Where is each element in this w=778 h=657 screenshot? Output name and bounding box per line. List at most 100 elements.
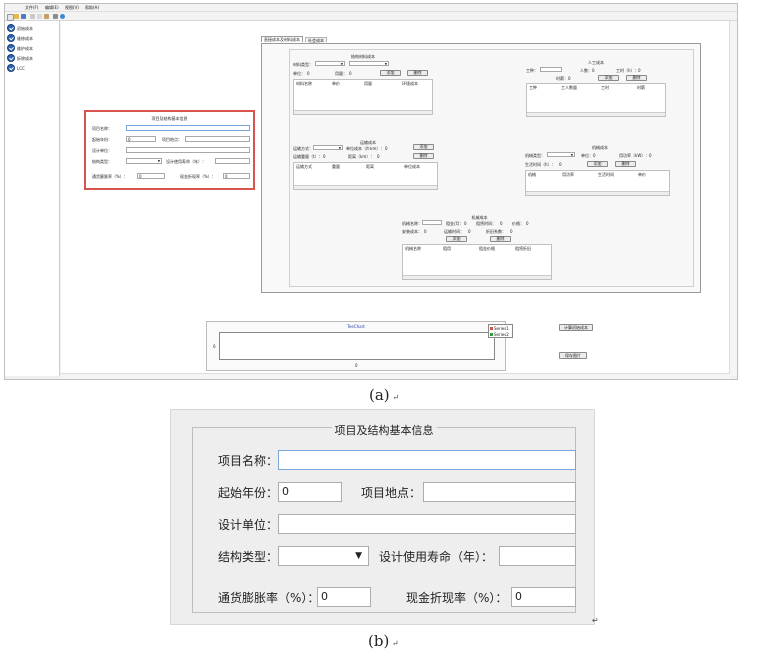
labor-col-count: 工人数量 bbox=[561, 85, 577, 90]
transport-price-label: 单位成本（/t·km）： bbox=[346, 146, 385, 151]
material-type-select[interactable]: ▼ bbox=[315, 61, 345, 66]
menu-help[interactable]: 帮助(H) bbox=[85, 5, 99, 10]
project-name-input[interactable] bbox=[126, 125, 250, 131]
cut-icon[interactable] bbox=[30, 14, 35, 19]
equipment-hours-value: 0 bbox=[559, 162, 562, 167]
menu-file[interactable]: 文件(F) bbox=[25, 5, 38, 10]
calc-initial-cost-button[interactable]: 计算初始成本 bbox=[559, 324, 593, 331]
transport-col-mode: 运输方式 bbox=[296, 164, 312, 169]
return-mark: ↵ bbox=[389, 639, 399, 648]
machine-add-button[interactable]: 添加 bbox=[446, 236, 467, 242]
labor-delete-button[interactable]: 删除 bbox=[626, 75, 647, 81]
legend-series1: Series1 bbox=[494, 326, 509, 331]
machine-name-input[interactable] bbox=[422, 220, 442, 225]
chart-y-tick: 0 bbox=[213, 344, 216, 349]
new-icon[interactable] bbox=[7, 14, 14, 21]
location-input[interactable] bbox=[185, 136, 250, 142]
machine-table-scrollbar[interactable] bbox=[403, 275, 551, 279]
design-unit-input[interactable] bbox=[126, 147, 250, 153]
open-folder-icon[interactable] bbox=[14, 14, 19, 19]
machine-transport-time-value: 0 bbox=[468, 229, 471, 234]
copy-icon[interactable] bbox=[37, 14, 42, 19]
start-year-input[interactable]: 0 bbox=[126, 136, 156, 142]
save-image-button[interactable]: 保存图片 bbox=[559, 352, 587, 359]
project-info-group: 项目及结构基本信息 项目名称： 起始年份： 0 项目地点： 设计单位： 结构类型… bbox=[192, 424, 576, 613]
labor-table[interactable]: 工种 工人数量 工时 时薪 bbox=[526, 83, 666, 117]
detail-location-input[interactable] bbox=[423, 482, 576, 502]
material-col-env: 环境成本 bbox=[402, 81, 418, 86]
tab-direct-cost[interactable]: 直接成本及材料成本 bbox=[261, 36, 303, 42]
chart-x-tick: 0 bbox=[355, 363, 358, 368]
detail-start-year-input[interactable]: 0 bbox=[278, 482, 342, 502]
tab-social-cost[interactable]: 社会成本 bbox=[305, 37, 327, 43]
service-life-input[interactable] bbox=[215, 158, 250, 164]
material-table-scrollbar[interactable] bbox=[294, 110, 432, 114]
detail-service-life-label: 设计使用寿命（年）： bbox=[379, 550, 494, 564]
material-qty-value: 0 bbox=[349, 71, 352, 76]
machine-name-label: 机械名称： bbox=[402, 221, 422, 226]
horizontal-scrollbar[interactable] bbox=[61, 373, 730, 379]
material-add-button[interactable]: 添加 bbox=[380, 70, 401, 76]
transport-cost-section: 运输成本 运输方式： ▼ 单位成本（/t·km）： 0 添加 运输重量（t）： … bbox=[293, 140, 443, 196]
equipment-cost-section: 机械成本 机械类型： ▼ 单位： 0 用功率（kW）： 0 生活时间（h）： 0… bbox=[525, 145, 675, 201]
transport-table-scrollbar[interactable] bbox=[294, 185, 437, 189]
labor-worker-input[interactable] bbox=[540, 67, 562, 72]
transport-mode-select[interactable]: ▼ bbox=[313, 145, 343, 150]
labor-table-scrollbar[interactable] bbox=[527, 112, 665, 116]
chevron-down-icon: ▼ bbox=[340, 62, 343, 66]
transport-table[interactable]: 运输方式 重量 距离 单位成本 bbox=[293, 162, 438, 190]
equipment-table[interactable]: 机械 用功率 生活时间 单价 bbox=[525, 170, 670, 196]
save-icon[interactable] bbox=[21, 14, 26, 19]
labor-hours-value: 0 bbox=[638, 68, 641, 73]
machine-delete-button[interactable]: 删除 bbox=[490, 236, 511, 242]
material-col-price: 单价 bbox=[332, 81, 340, 86]
machine-table[interactable]: 机械名称 租用 租金价格 租赁折旧 bbox=[402, 244, 552, 280]
chevron-down-icon bbox=[7, 24, 15, 32]
detail-discount-input[interactable]: 0 bbox=[511, 587, 576, 607]
inflation-input[interactable]: 0 bbox=[137, 173, 165, 179]
detail-project-name-input[interactable] bbox=[278, 450, 576, 470]
equipment-power-label: 用功率（kW）： bbox=[619, 153, 650, 158]
equipment-add-button[interactable]: 添加 bbox=[587, 161, 608, 167]
equipment-col-power: 用功率 bbox=[562, 172, 574, 177]
transport-col-weight: 重量 bbox=[332, 164, 340, 169]
detail-project-name-label: 项目名称： bbox=[218, 454, 279, 468]
material-table[interactable]: 材料名称 单价 用量 环境成本 bbox=[293, 79, 433, 115]
toolbar bbox=[5, 12, 737, 21]
discount-input[interactable]: 0 bbox=[223, 173, 250, 179]
material-type-label: 材料类型： bbox=[293, 62, 313, 67]
paste-icon[interactable] bbox=[44, 14, 49, 19]
equipment-table-scrollbar[interactable] bbox=[526, 191, 669, 195]
print-icon[interactable] bbox=[53, 14, 58, 19]
transport-mode-label: 运输方式： bbox=[293, 146, 313, 151]
labor-wage-value: 0 bbox=[568, 76, 571, 81]
transport-distance-label: 距离（km）： bbox=[348, 154, 375, 159]
equipment-type-select[interactable]: ▼ bbox=[547, 152, 575, 157]
transport-add-button[interactable]: 添加 bbox=[413, 144, 434, 150]
equipment-col-name: 机械 bbox=[528, 172, 536, 177]
start-year-label: 起始年份： bbox=[92, 137, 112, 142]
material-subtype-select[interactable]: ▼ bbox=[349, 61, 389, 66]
equipment-delete-button[interactable]: 删除 bbox=[615, 161, 636, 167]
machine-rent-time-label: 租赁时间： bbox=[476, 221, 496, 226]
detail-inflation-input[interactable]: 0 bbox=[317, 587, 371, 607]
machine-rent-value: 0 bbox=[464, 221, 467, 226]
menu-view[interactable]: 视图(V) bbox=[65, 5, 79, 10]
chart-title: TeeChart bbox=[347, 324, 365, 329]
labor-people-label: 人数： bbox=[580, 68, 592, 73]
labor-add-button[interactable]: 添加 bbox=[598, 75, 619, 81]
help-icon[interactable] bbox=[60, 14, 65, 19]
detail-title: 项目及结构基本信息 bbox=[331, 424, 437, 437]
menu-bar: 文件(F) 编辑(E) 视图(V) 帮助(H) bbox=[5, 4, 737, 12]
detail-structure-type-select[interactable]: ▼ bbox=[278, 546, 369, 566]
caption-b: (b) ↵ bbox=[368, 632, 399, 650]
app-window: 文件(F) 编辑(E) 视图(V) 帮助(H) 初始成本 维修成本 维护成本 拆… bbox=[4, 3, 738, 380]
detail-service-life-input[interactable] bbox=[499, 546, 576, 566]
material-delete-button[interactable]: 删除 bbox=[407, 70, 428, 76]
detail-design-unit-input[interactable] bbox=[278, 514, 576, 534]
vertical-scrollbar[interactable] bbox=[729, 21, 737, 376]
transport-delete-button[interactable]: 删除 bbox=[413, 153, 434, 159]
menu-edit[interactable]: 编辑(E) bbox=[45, 5, 59, 10]
inflation-label: 通货膨胀率（%）： bbox=[92, 174, 128, 179]
structure-type-select[interactable]: ▼ bbox=[126, 158, 162, 164]
